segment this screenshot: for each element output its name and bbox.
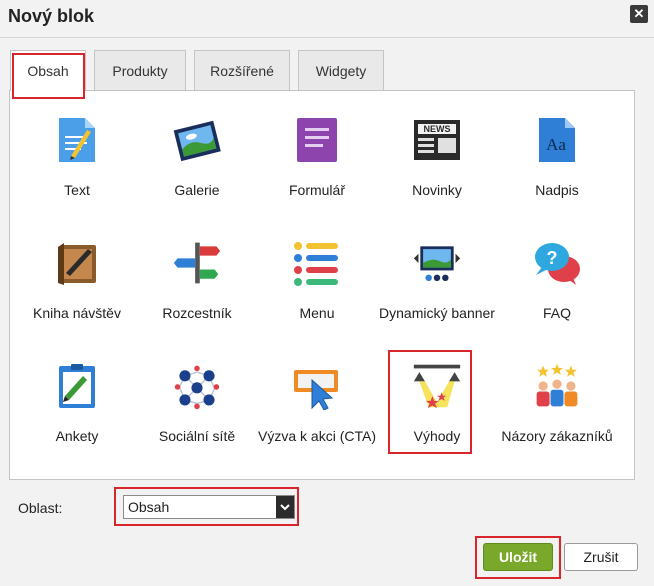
close-button[interactable]: ✕	[630, 5, 648, 23]
save-button[interactable]: Uložit	[483, 543, 553, 571]
faq-icon: ?	[532, 238, 582, 288]
heading-badge: Aa	[546, 135, 566, 154]
tile-social[interactable]: Sociální sítě	[137, 361, 257, 445]
news-badge: NEWS	[424, 124, 451, 134]
tile-label: Sociální sítě	[158, 428, 236, 444]
faq-badge: ?	[547, 248, 558, 268]
tile-label: Formulář	[288, 182, 345, 198]
cancel-button[interactable]: Zrušit	[564, 543, 638, 571]
signpost-icon	[172, 238, 222, 288]
tile-poll[interactable]: Ankety	[17, 361, 137, 445]
tile-cta[interactable]: Výzva k akci (CTA)	[257, 361, 377, 445]
tile-label: Text	[64, 182, 90, 198]
area-label: Oblast:	[18, 500, 63, 516]
tile-text[interactable]: Text	[17, 115, 137, 199]
dynamic-banner-icon	[412, 238, 462, 288]
tile-label: Ankety	[55, 428, 99, 444]
poll-icon	[52, 361, 102, 411]
tile-dynamic-banner[interactable]: Dynamický banner	[377, 238, 497, 322]
text-document-icon	[52, 115, 102, 165]
tile-label: Menu	[299, 305, 335, 321]
chevron-down-icon[interactable]	[276, 496, 294, 518]
tile-news[interactable]: NEWS Novinky	[377, 115, 497, 199]
gallery-icon	[172, 115, 222, 165]
dialog-title: Nový blok	[8, 6, 95, 26]
tile-menu[interactable]: Menu	[257, 238, 377, 322]
customer-reviews-icon	[532, 361, 582, 411]
tile-signpost[interactable]: Rozcestník	[137, 238, 257, 322]
tab-highlight	[12, 53, 85, 99]
tile-label: Nadpis	[535, 182, 579, 198]
form-icon	[292, 115, 342, 165]
news-icon: NEWS	[412, 115, 462, 165]
tile-label: Názory zákazníků	[501, 428, 613, 444]
title-divider	[0, 37, 654, 38]
area-select[interactable]: Obsah	[123, 495, 295, 519]
close-icon: ✕	[633, 6, 645, 21]
tile-form[interactable]: Formulář	[257, 115, 377, 199]
tile-label: Dynamický banner	[379, 305, 495, 321]
guestbook-icon	[52, 238, 102, 288]
tile-faq[interactable]: ? FAQ	[497, 238, 617, 322]
tab-rozsirene[interactable]: Rozšířené	[194, 50, 290, 90]
call-to-action-icon	[292, 361, 342, 411]
tab-widgety[interactable]: Widgety	[298, 50, 384, 90]
social-network-icon	[172, 361, 222, 411]
tile-label: Galerie	[174, 182, 220, 198]
heading-icon: Aa	[532, 115, 582, 165]
tile-label: Kniha návštěv	[33, 305, 121, 321]
tile-reviews[interactable]: Názory zákazníků	[497, 361, 617, 445]
tile-gallery[interactable]: Galerie	[137, 115, 257, 199]
tile-heading[interactable]: Aa Nadpis	[497, 115, 617, 199]
menu-icon	[292, 238, 342, 288]
tab-produkty[interactable]: Produkty	[94, 50, 186, 90]
block-type-panel: Text Galerie Formulář NEWS Novinky Aa Na…	[9, 90, 635, 480]
tile-label: Rozcestník	[162, 305, 232, 321]
area-select-value: Obsah	[128, 499, 170, 515]
tile-label: FAQ	[542, 305, 571, 321]
tile-label: Novinky	[412, 182, 462, 198]
tile-label: Výzva k akci (CTA)	[258, 428, 376, 444]
benefits-tile-highlight	[388, 350, 472, 454]
tile-guestbook[interactable]: Kniha návštěv	[17, 238, 137, 322]
